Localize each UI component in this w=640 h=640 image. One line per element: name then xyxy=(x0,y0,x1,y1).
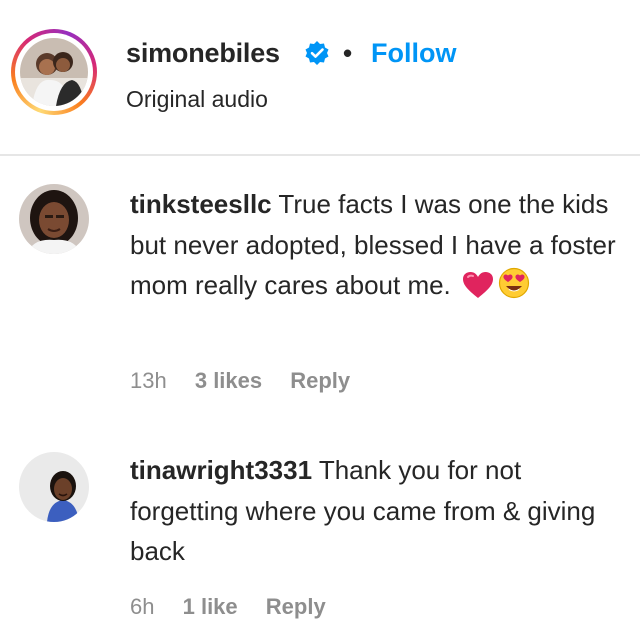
reply-button[interactable]: Reply xyxy=(290,368,350,393)
avatar[interactable] xyxy=(20,38,88,106)
separator-dot: • xyxy=(343,38,353,68)
profile-avatar-story-ring[interactable] xyxy=(11,29,97,115)
comment-likes-count[interactable]: 3 likes xyxy=(195,368,262,393)
avatar[interactable] xyxy=(19,184,89,254)
comment-meta: 13h 3 likes Reply xyxy=(130,368,372,394)
post-header: simonebiles • Follow Original audio xyxy=(0,0,640,150)
post-username[interactable]: simonebiles xyxy=(126,38,280,69)
reply-button[interactable]: Reply xyxy=(266,594,326,619)
red-heart-icon xyxy=(463,272,494,298)
header-divider xyxy=(0,154,640,156)
follow-button[interactable]: Follow xyxy=(371,38,456,69)
comment-text-block: tinksteesllc True facts I was one the ki… xyxy=(130,184,630,306)
comment-timestamp[interactable]: 6h xyxy=(130,594,154,619)
avatar[interactable] xyxy=(19,452,89,522)
heart-eyes-face-icon xyxy=(498,267,530,299)
comment-item: tinawright3331 Thank you for not forgett… xyxy=(0,450,640,630)
comment-username[interactable]: tinawright3331 xyxy=(130,455,312,485)
comment-meta: 6h 1 like Reply xyxy=(130,594,348,620)
comment-text-block: tinawright3331 Thank you for not forgett… xyxy=(130,450,630,572)
original-audio-link[interactable]: Original audio xyxy=(126,86,268,113)
comment-likes-count[interactable]: 1 like xyxy=(183,594,238,619)
verified-badge-icon xyxy=(305,41,329,65)
comment-username[interactable]: tinksteesllc xyxy=(130,189,272,219)
comment-timestamp[interactable]: 13h xyxy=(130,368,167,393)
comment-item: tinksteesllc True facts I was one the ki… xyxy=(0,180,640,410)
